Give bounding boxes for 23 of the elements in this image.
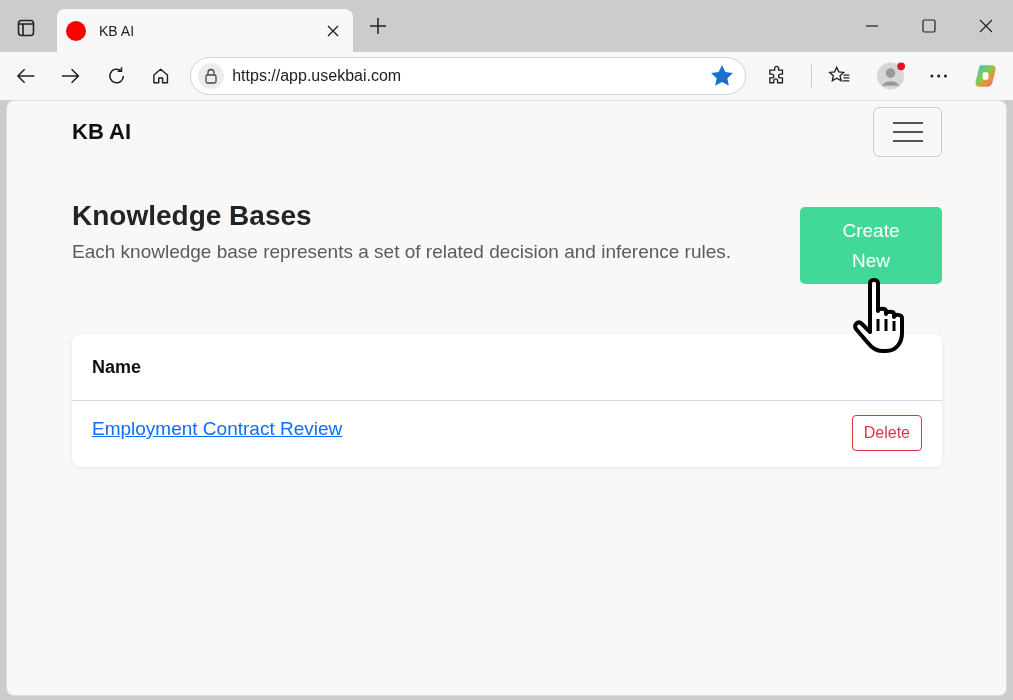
close-icon[interactable] — [979, 19, 993, 33]
tab-title: KB AI — [99, 22, 136, 39]
favorite-star-icon[interactable] — [711, 65, 734, 87]
brand-name[interactable]: KB AI — [72, 119, 132, 145]
knowledge-base-link[interactable]: Employment Contract Review — [92, 418, 343, 440]
profile-icon[interactable] — [875, 61, 905, 91]
maximize-icon[interactable] — [922, 19, 936, 33]
page-title: Knowledge Bases — [72, 199, 313, 233]
column-header: Name — [92, 356, 142, 378]
more-icon[interactable] — [928, 73, 948, 79]
close-tab-icon[interactable] — [327, 24, 339, 37]
tab-panel-icon[interactable] — [17, 19, 35, 37]
menu-icon — [891, 121, 924, 143]
browser-tab[interactable]: KB AI — [57, 9, 353, 52]
menu-button[interactable] — [873, 107, 942, 157]
page-description: Each knowledge base represents a set of related decision and inference rules. — [72, 240, 733, 264]
home-icon[interactable] — [150, 66, 171, 86]
address-bar[interactable]: https://app.usekbai.com — [190, 57, 747, 95]
delete-button[interactable]: Delete — [851, 415, 922, 451]
url-text: https://app.usekbai.com — [232, 67, 403, 85]
new-tab-icon[interactable] — [369, 17, 387, 35]
favicon-icon — [66, 20, 86, 41]
lock-icon — [198, 63, 225, 89]
